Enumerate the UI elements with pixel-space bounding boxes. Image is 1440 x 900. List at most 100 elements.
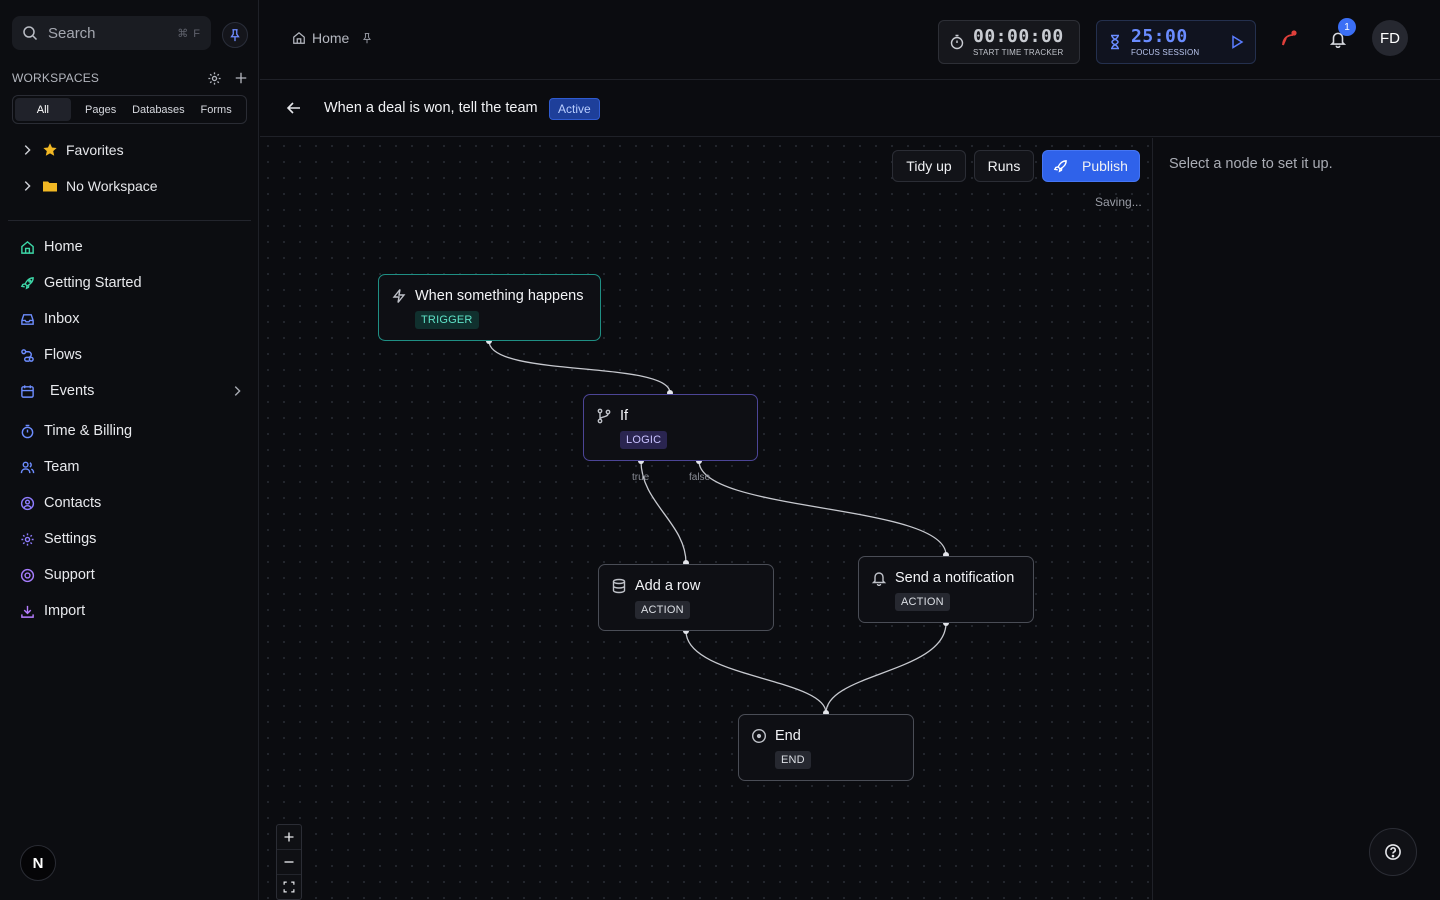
stop-circle-icon [751,728,767,744]
sidebar-item-label: Support [44,567,95,583]
help-button[interactable] [1369,828,1417,876]
play-icon[interactable] [1229,34,1245,50]
branch-icon [597,408,611,424]
sidebar-item-label: Team [44,459,80,475]
tree-item-favorites[interactable]: Favorites [20,138,124,162]
sidebar-item-events[interactable]: Events [20,379,244,403]
chevron-right-icon [24,181,31,191]
publish-button[interactable]: Publish [1042,150,1140,182]
node-title: When something happens [415,288,584,304]
hourglass-icon [1111,34,1119,50]
flows-icon [21,348,34,362]
sidebar-item-support[interactable]: Support [20,563,244,587]
sidebar-item-contacts[interactable]: Contacts [20,491,244,515]
breadcrumb[interactable]: Home [292,30,373,46]
node-type-badge: END [775,751,811,769]
zoom-out-button[interactable] [277,850,301,875]
node-type-badge: LOGIC [620,431,668,449]
focus-session-widget[interactable]: 25:00 FOCUS SESSION [1096,20,1256,64]
app-badge[interactable]: N [20,845,56,881]
filter-databases[interactable]: Databases [131,98,187,121]
chevron-right-icon[interactable] [230,384,244,398]
chevron-right-icon [24,145,31,155]
node-type-badge: TRIGGER [415,311,479,329]
filter-forms[interactable]: Forms [188,98,244,121]
sidebar-item-label: Inbox [44,311,80,327]
timer-icon [21,424,34,438]
avatar[interactable]: FD [1372,20,1408,56]
sidebar-item-team[interactable]: Team [20,455,244,479]
search-icon [23,26,38,41]
panel-hint: Select a node to set it up. [1169,156,1333,172]
workspaces-header: WORKSPACES [12,68,248,88]
sidebar-item-import[interactable]: Import [20,599,244,623]
tidy-up-button[interactable]: Tidy up [892,150,966,182]
node-config-panel: Select a node to set it up. [1152,138,1440,900]
node-send-notification[interactable]: Send a notification ACTION [858,556,1034,623]
rocket-icon [1053,159,1067,172]
time-tracker-digits: 00:00:00 [973,25,1064,47]
search-placeholder: Search [48,24,96,42]
gear-icon[interactable] [207,71,222,86]
pin-icon[interactable] [361,32,373,44]
filter-all[interactable]: All [15,98,71,121]
node-type-badge: ACTION [635,601,690,619]
sidebar-item-label: Getting Started [44,275,142,291]
edge-trigger-logic [488,340,671,394]
time-tracker-button[interactable]: 00:00:00 START TIME TRACKER [938,20,1080,64]
contacts-icon [20,496,35,510]
node-type-badge: ACTION [895,593,950,611]
runs-button[interactable]: Runs [974,150,1034,182]
home-icon [293,31,305,44]
port-label-true: true [632,472,650,483]
home-icon [21,240,34,254]
database-icon [612,578,626,594]
pin-button[interactable] [222,22,248,48]
node-title: End [775,728,801,744]
add-workspace-icon[interactable] [234,71,248,85]
tree-item-label: No Workspace [66,178,158,194]
sidebar-item-label: Settings [44,531,97,547]
sidebar-item-label: Home [44,239,83,255]
search-input[interactable]: Search ⌘ F [12,16,211,50]
team-icon [20,461,35,473]
sidebar-item-label: Events [50,383,95,399]
flow-canvas[interactable]: Tidy up Runs Publish Saving... When some… [260,138,1152,900]
filter-pages[interactable]: Pages [73,98,129,121]
publish-label: Publish [1082,158,1128,174]
fit-view-button[interactable] [277,875,301,899]
broadcast-button[interactable] [1276,26,1302,52]
sidebar-divider [8,220,251,221]
tree-item-no-workspace[interactable]: No Workspace [20,174,158,198]
status-badge[interactable]: Active [549,98,600,120]
node-add-row[interactable]: Add a row ACTION [598,564,774,631]
focus-session-digits: 25:00 [1131,25,1188,47]
sidebar: Search ⌘ F WORKSPACES All Pages Database… [0,0,259,900]
sidebar-item-getting-started[interactable]: Getting Started [20,271,244,295]
notification-count-badge: 1 [1338,18,1356,36]
sidebar-item-inbox[interactable]: Inbox [20,307,244,331]
port-label-false: false [689,472,711,483]
sidebar-item-time-billing[interactable]: Time & Billing [20,419,244,443]
sidebar-item-home[interactable]: Home [20,235,244,259]
arrow-left-icon[interactable] [286,100,302,116]
node-logic-if[interactable]: If LOGIC [583,394,758,461]
lightning-icon [392,289,406,303]
sidebar-item-settings[interactable]: Settings [20,527,244,551]
calendar-icon [21,384,34,398]
bell-icon [871,572,887,586]
breadcrumb-home[interactable]: Home [312,30,349,46]
import-icon [21,605,34,618]
workspace-filter: All Pages Databases Forms [12,95,247,124]
folder-icon [43,181,57,192]
edge-logic-false [698,460,947,556]
node-end[interactable]: End END [738,714,914,781]
plus-icon [284,832,294,842]
node-title: If [620,408,629,424]
workspaces-label: WORKSPACES [12,71,100,85]
zoom-in-button[interactable] [277,825,301,850]
sidebar-item-flows[interactable]: Flows [20,343,244,367]
node-trigger[interactable]: When something happens TRIGGER [378,274,601,341]
flow-title[interactable]: When a deal is won, tell the team [324,100,538,116]
node-title: Send a notification [895,570,1015,586]
